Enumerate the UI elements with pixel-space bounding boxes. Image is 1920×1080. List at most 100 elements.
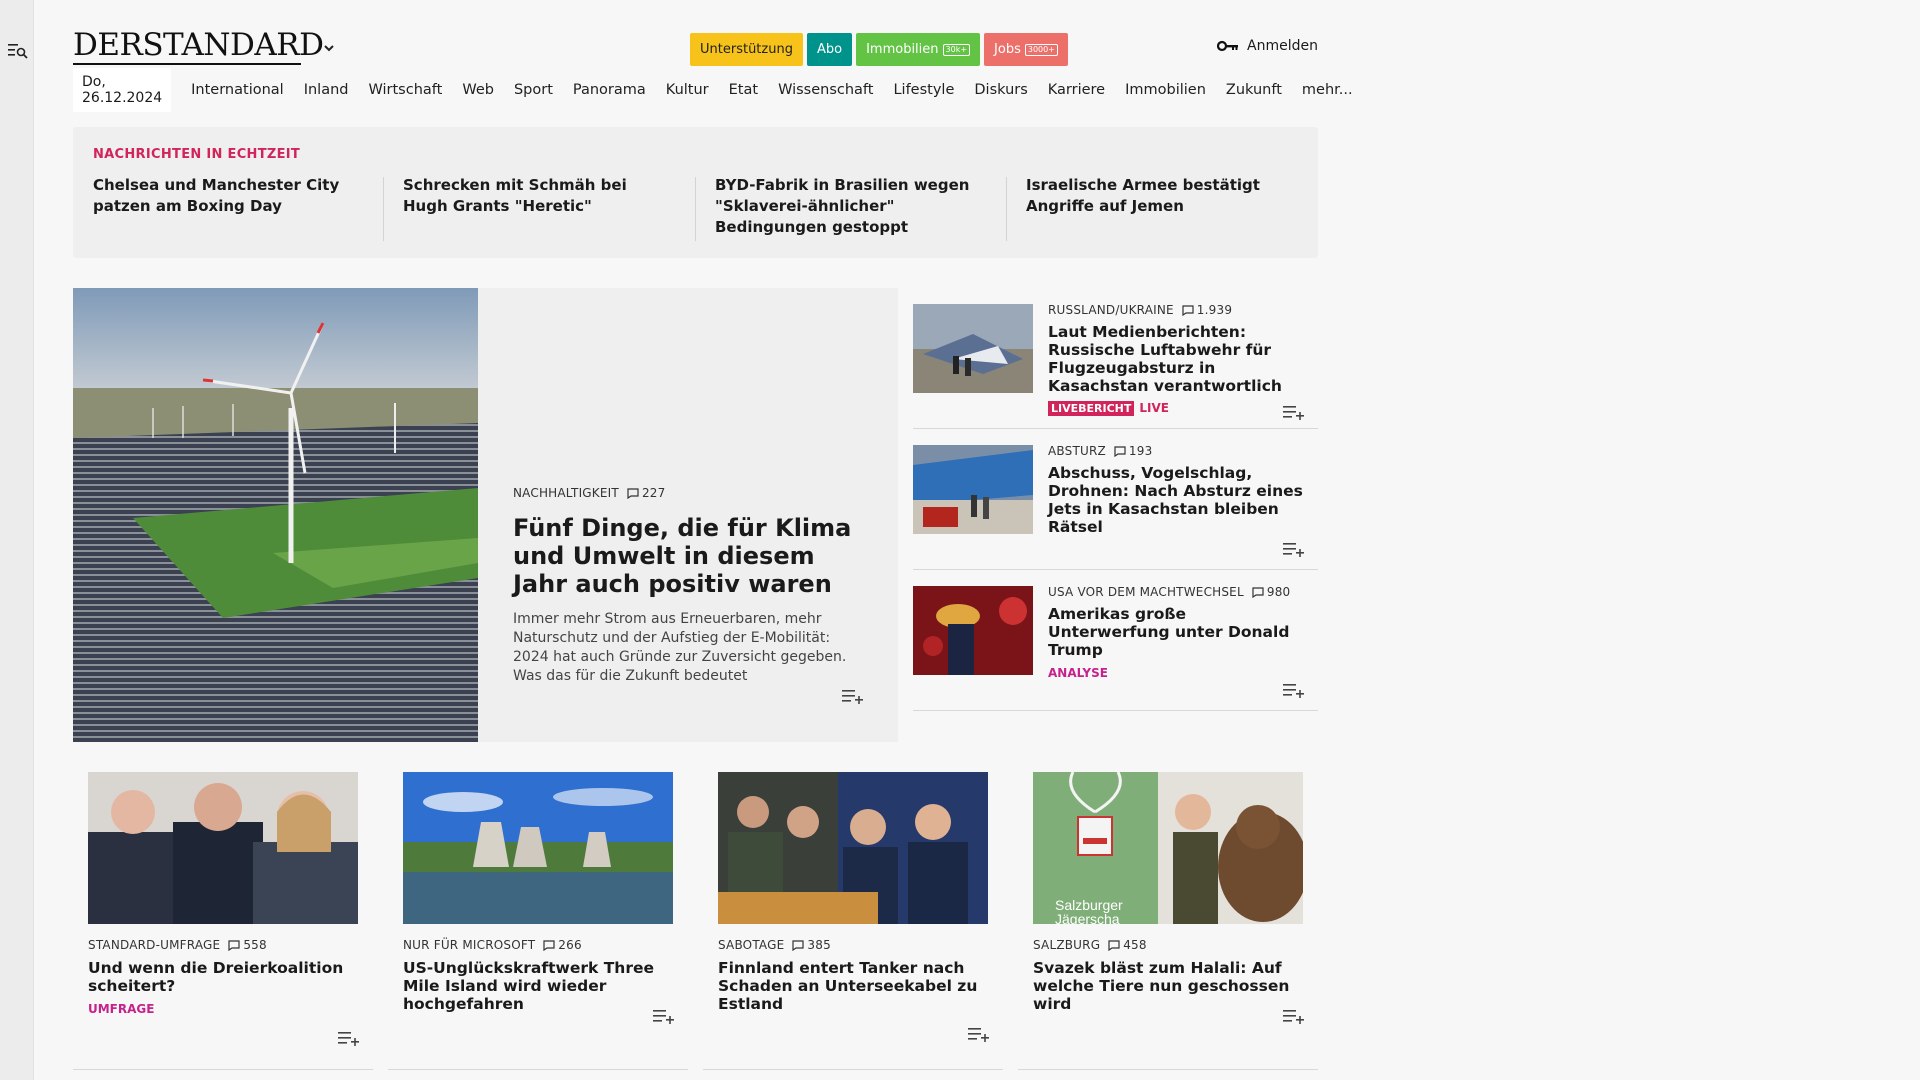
article-title[interactable]: Laut Medienberichten: Russische Luftabwe… <box>1048 323 1310 395</box>
article-kicker: NUR FÜR MICROSOFT 266 <box>403 938 673 952</box>
side-column: RUSSLAND/UKRAINE 1.939 Laut Medienberich… <box>913 288 1318 711</box>
article-title[interactable]: Amerikas große Unterwerfung unter Donald… <box>1048 605 1310 659</box>
comment-count-value: 227 <box>641 486 666 500</box>
add-to-list-icon[interactable] <box>842 688 864 704</box>
kicker-label: ABSTURZ <box>1048 444 1106 458</box>
nav-item-immobilien[interactable]: Immobilien <box>1125 82 1206 98</box>
kicker-label: SABOTAGE <box>718 938 785 952</box>
article-image[interactable] <box>913 304 1033 393</box>
side-text: RUSSLAND/UKRAINE 1.939 Laut Medienberich… <box>1048 303 1310 416</box>
article-card: STANDARD-UMFRAGE 558 Und wenn die Dreier… <box>73 760 373 1070</box>
ticker-item[interactable]: Schrecken mit Schmäh bei Hugh Grants "He… <box>403 175 663 217</box>
comment-icon <box>1114 445 1126 457</box>
comment-count-value: 1.939 <box>1196 303 1233 317</box>
kicker-label: NACHHALTIGKEIT <box>513 486 619 500</box>
nav-item-karriere[interactable]: Karriere <box>1048 82 1105 98</box>
article-kicker: USA VOR DEM MACHTWECHSEL 980 <box>1048 585 1310 599</box>
article-title[interactable]: Abschuss, Vogelschlag, Drohnen: Nach Abs… <box>1048 464 1310 536</box>
article-image[interactable] <box>913 445 1033 534</box>
article-title[interactable]: Svazek bläst zum Halali: Auf welche Tier… <box>1033 959 1303 1013</box>
add-to-list-icon[interactable] <box>1283 1008 1305 1024</box>
comment-count[interactable]: 1.939 <box>1182 303 1232 317</box>
ticker-item[interactable]: BYD-Fabrik in Brasilien wegen "Skla­vere… <box>715 175 990 238</box>
pill-badge: 3000+ <box>1024 43 1058 56</box>
comment-icon <box>627 487 639 499</box>
article-title[interactable]: Und wenn die Dreierkoalition scheitert? <box>88 959 358 995</box>
nav-item-kultur[interactable]: Kultur <box>666 82 709 98</box>
nav-item-zukunft[interactable]: Zukunft <box>1226 82 1282 98</box>
article-kicker: RUSSLAND/UKRAINE 1.939 <box>1048 303 1310 317</box>
add-to-list-icon[interactable] <box>338 1030 360 1046</box>
hero-image[interactable] <box>73 288 478 742</box>
comment-count-value: 980 <box>1266 585 1291 599</box>
kicker-label: SALZBURG <box>1033 938 1101 952</box>
header: DERSTANDARD Unterstützung Abo Immobilien… <box>73 0 1318 70</box>
hero-teaser: Immer mehr Strom aus Erneuerbaren, mehr … <box>513 611 847 684</box>
comment-count[interactable]: 227 <box>627 486 666 500</box>
article-image[interactable] <box>88 772 358 924</box>
nav-item-sport[interactable]: Sport <box>514 82 553 98</box>
article-image[interactable] <box>718 772 988 924</box>
nav-item-wissenschaft[interactable]: Wissenschaft <box>778 82 873 98</box>
analyse-tag: ANALYSE <box>1048 666 1108 680</box>
article-image[interactable] <box>913 586 1033 675</box>
add-to-list-icon[interactable] <box>1283 682 1305 698</box>
comment-icon <box>1252 586 1264 598</box>
hero-text: NACHHALTIGKEIT 227 Fünf Dinge, die für K… <box>513 486 863 686</box>
comment-count-value: 458 <box>1123 938 1147 952</box>
add-to-list-icon[interactable] <box>1283 404 1305 420</box>
comment-count-value: 558 <box>243 938 267 952</box>
comment-icon <box>1108 939 1120 951</box>
article-image[interactable]: Salzburger Jägerscha <box>1033 772 1303 924</box>
side-text: USA VOR DEM MACHTWECHSEL 980 Amerikas gr… <box>1048 585 1310 681</box>
comment-count[interactable]: 193 <box>1114 444 1153 458</box>
ticker-divider <box>695 177 696 241</box>
logo[interactable]: DERSTANDARD <box>73 30 324 61</box>
login-label: Anmelden <box>1247 38 1318 54</box>
side-article: RUSSLAND/UKRAINE 1.939 Laut Medienberich… <box>913 288 1318 429</box>
article-title[interactable]: US-Unglückskraftwerk Three Mile Island w… <box>403 959 673 1013</box>
comment-count[interactable]: 558 <box>228 938 267 952</box>
pill-badge: 30k+ <box>942 43 971 56</box>
chevron-down-icon[interactable] <box>321 40 337 56</box>
nav-item-diskurs[interactable]: Diskurs <box>974 82 1027 98</box>
article-image[interactable] <box>403 772 673 924</box>
nav-item-wirtschaft[interactable]: Wirtschaft <box>368 82 442 98</box>
nav-item-etat[interactable]: Etat <box>729 82 758 98</box>
comment-icon <box>543 939 555 951</box>
menu-search-icon[interactable] <box>8 42 28 60</box>
add-to-list-icon[interactable] <box>653 1008 675 1024</box>
add-to-list-icon[interactable] <box>968 1026 990 1042</box>
nav-item-mehr[interactable]: mehr... <box>1302 82 1353 98</box>
card-text: STANDARD-UMFRAGE 558 Und wenn die Dreier… <box>88 938 358 1017</box>
ticker-item[interactable]: Chelsea und Manchester City patzen am Bo… <box>93 175 368 217</box>
comment-count[interactable]: 385 <box>792 938 831 952</box>
live-label: LIVE <box>1139 401 1169 415</box>
article-kicker: SALZBURG 458 <box>1033 938 1303 952</box>
comment-count[interactable]: 458 <box>1108 938 1147 952</box>
article-card: NUR FÜR MICROSOFT 266 US-Unglückskraftwe… <box>388 760 688 1070</box>
ticker-item[interactable]: Israelische Armee bestätigt Angriffe auf… <box>1026 175 1301 217</box>
nav-item-international[interactable]: International <box>191 82 284 98</box>
add-to-list-icon[interactable] <box>1283 541 1305 557</box>
comment-count[interactable]: 980 <box>1252 585 1291 599</box>
logo-underline <box>73 63 301 65</box>
article-card: SABOTAGE 385 Finnland entert Tanker nach… <box>703 760 1003 1070</box>
jobs-button[interactable]: Jobs 3000+ <box>984 33 1068 66</box>
comment-icon <box>792 939 805 951</box>
article-card: Salzburger Jägerscha SALZBURG 458 Svazek… <box>1018 760 1318 1070</box>
nav-item-web[interactable]: Web <box>462 82 494 98</box>
nav-item-lifestyle[interactable]: Lifestyle <box>893 82 954 98</box>
login-button[interactable]: Anmelden <box>1217 38 1318 54</box>
comment-count-value: 193 <box>1128 444 1153 458</box>
hero-title[interactable]: Fünf Dinge, die für Klima und Umwelt in … <box>513 514 863 598</box>
abo-button[interactable]: Abo <box>806 33 853 66</box>
immobilien-button[interactable]: Immobilien 30k+ <box>856 33 981 66</box>
unterstuetzung-button[interactable]: Unterstützung <box>690 33 803 66</box>
article-title[interactable]: Finnland entert Tanker nach Schaden an U… <box>718 959 988 1013</box>
nav-item-panorama[interactable]: Panorama <box>573 82 646 98</box>
ticker-label: NACHRICHTEN IN ECHTZEIT <box>93 147 301 162</box>
kicker-label: STANDARD-UMFRAGE <box>88 938 221 952</box>
nav-item-inland[interactable]: Inland <box>304 82 349 98</box>
comment-count[interactable]: 266 <box>543 938 582 952</box>
